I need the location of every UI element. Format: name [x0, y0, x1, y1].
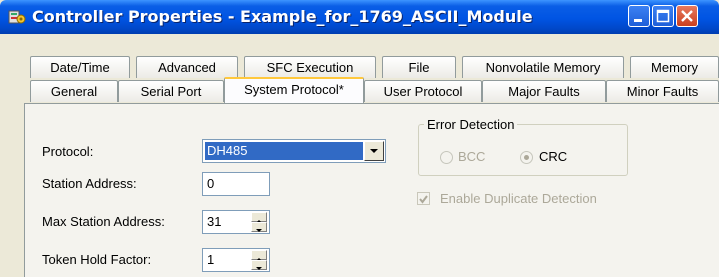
spin-up-button[interactable] — [251, 212, 267, 223]
token-hold-factor-label: Token Hold Factor: — [42, 252, 152, 267]
enable-duplicate-detection-label: Enable Duplicate Detection — [440, 191, 597, 206]
token-hold-factor-value: 1 — [207, 252, 215, 267]
protocol-label: Protocol: — [42, 144, 94, 159]
spin-up-button[interactable] — [251, 250, 267, 261]
dropdown-button[interactable] — [364, 141, 384, 161]
spin-down-icon — [256, 229, 262, 232]
checkmark-icon — [419, 195, 428, 204]
radio-selected-dot — [524, 155, 529, 160]
enable-duplicate-detection-checkbox[interactable] — [417, 192, 430, 205]
station-address-label: Station Address: — [42, 176, 137, 191]
spin-down-button[interactable] — [251, 222, 267, 232]
protocol-selected-value: DH485 — [205, 142, 363, 160]
station-address-input[interactable]: 0 — [202, 172, 270, 196]
chevron-down-icon — [370, 149, 378, 153]
error-detection-title: Error Detection — [424, 117, 518, 132]
max-station-address-spinner[interactable] — [251, 212, 267, 232]
crc-label: CRC — [539, 149, 568, 164]
bcc-radio[interactable] — [440, 151, 453, 164]
protocol-dropdown[interactable]: DH485 — [202, 139, 386, 163]
max-station-address-label: Max Station Address: — [42, 214, 165, 229]
crc-radio[interactable] — [520, 151, 533, 164]
spin-down-icon — [256, 267, 262, 270]
bcc-label: BCC — [458, 149, 486, 164]
max-station-address-value: 31 — [207, 214, 222, 229]
token-hold-factor-spinner[interactable] — [251, 250, 267, 270]
spin-down-button[interactable] — [251, 260, 267, 270]
